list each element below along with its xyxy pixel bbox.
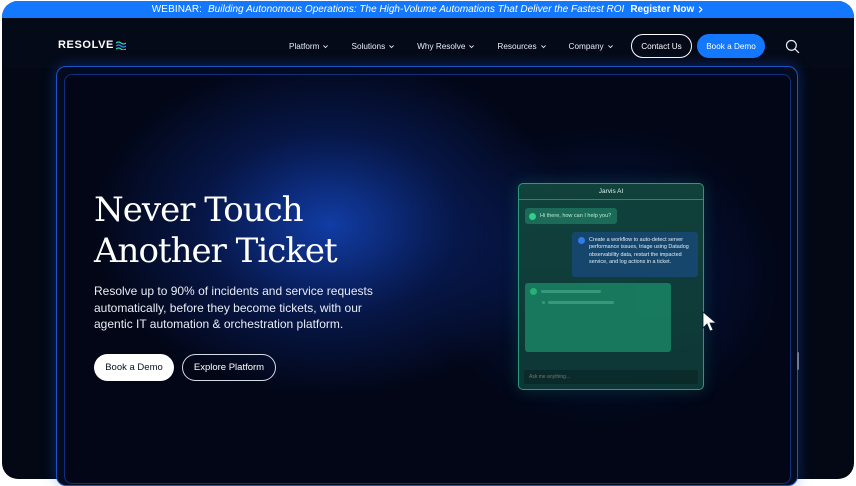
bullet-icon xyxy=(542,301,545,304)
user-message: Create a workflow to auto-detect server … xyxy=(572,232,698,277)
skeleton-line xyxy=(541,290,601,293)
explore-platform-button[interactable]: Explore Platform xyxy=(182,354,276,381)
chat-title: Jarvis AI xyxy=(519,184,703,200)
resolve-logo[interactable]: RESOLVE xyxy=(58,39,126,51)
nav-item-company[interactable]: Company xyxy=(569,42,614,51)
search-icon[interactable] xyxy=(785,39,800,54)
chevron-down-icon xyxy=(389,45,395,49)
mouse-pointer-icon xyxy=(702,311,718,332)
banner-title: Building Autonomous Operations: The High… xyxy=(208,4,625,15)
banner-register-link[interactable]: Register Now xyxy=(630,4,704,15)
chevron-down-icon xyxy=(607,45,613,49)
user-message-text: Create a workflow to auto-detect server … xyxy=(589,237,689,265)
nav-item-why-resolve[interactable]: Why Resolve xyxy=(417,42,475,51)
chevron-down-icon xyxy=(540,45,546,49)
logo-text: RESOLVE xyxy=(58,39,114,51)
skeleton-line xyxy=(548,301,614,304)
nav-item-label: Platform xyxy=(289,42,320,51)
hero-subtext: Resolve up to 90% of incidents and servi… xyxy=(94,284,373,331)
bot-avatar-icon xyxy=(529,212,536,220)
bot-greeting-text: Hi there, how can I help you? xyxy=(540,213,612,219)
main-navigation: RESOLVE Platform Solutions Why Resolve R xyxy=(2,18,854,68)
hero-headline: Never Touch Another Ticket xyxy=(94,190,338,272)
jarvis-chat-widget: Jarvis AI Hi there, how can I help you? … xyxy=(518,183,704,390)
nav-item-label: Company xyxy=(568,42,604,51)
banner-register-label: Register Now xyxy=(630,4,695,15)
user-avatar-icon xyxy=(578,237,585,244)
chevron-right-icon xyxy=(698,6,703,13)
banner-lead: WEBINAR: xyxy=(151,4,203,15)
bot-working-message xyxy=(525,283,671,352)
announcement-banner[interactable]: WEBINAR: Building Autonomous Operations:… xyxy=(2,1,854,18)
nav-item-platform[interactable]: Platform xyxy=(289,42,329,51)
contact-us-button[interactable]: Contact Us xyxy=(631,34,692,58)
bot-greeting-message: Hi there, how can I help you? xyxy=(525,208,618,224)
nav-item-resources[interactable]: Resources xyxy=(497,42,546,51)
headline-line-2: Another Ticket xyxy=(94,231,338,271)
chat-input[interactable] xyxy=(524,370,698,384)
nav-item-solutions[interactable]: Solutions xyxy=(351,42,395,51)
scroll-indicator[interactable] xyxy=(797,352,799,370)
nav-item-label: Solutions xyxy=(351,42,386,51)
logo-waves-icon xyxy=(115,41,126,50)
chevron-down-icon xyxy=(469,45,475,49)
nav-menu: Platform Solutions Why Resolve Resources… xyxy=(289,42,636,51)
bot-avatar-icon xyxy=(530,288,537,295)
headline-line-1: Never Touch xyxy=(94,190,304,230)
chevron-down-icon xyxy=(323,45,329,49)
nav-item-label: Why Resolve xyxy=(417,42,466,51)
book-demo-button[interactable]: Book a Demo xyxy=(94,354,174,381)
nav-item-label: Resources xyxy=(497,42,537,51)
book-demo-nav-button[interactable]: Book a Demo xyxy=(697,34,765,58)
